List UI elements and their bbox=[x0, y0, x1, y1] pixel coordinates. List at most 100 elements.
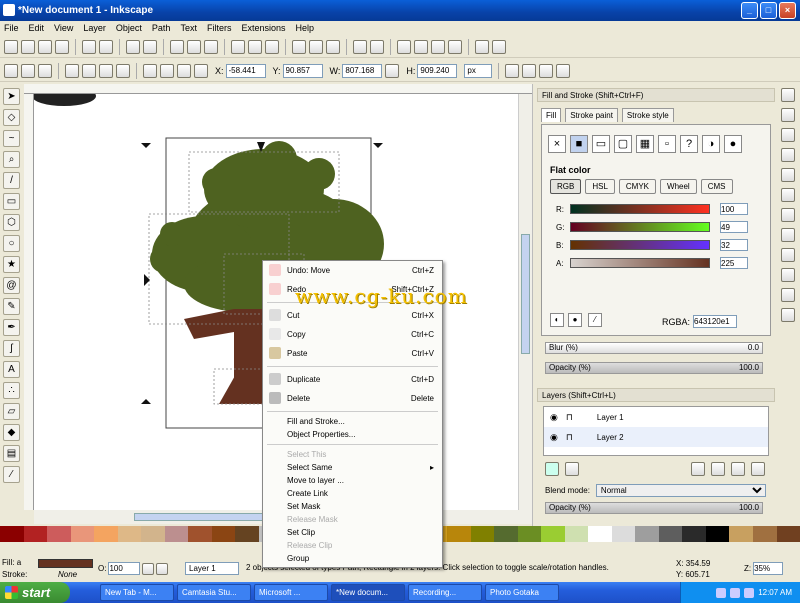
zoom-tool-icon[interactable]: ⌕ bbox=[3, 151, 20, 168]
menu-view[interactable]: View bbox=[54, 23, 73, 33]
x-field[interactable] bbox=[225, 63, 266, 78]
no-paint-icon[interactable]: × bbox=[548, 135, 566, 153]
select-all-icon[interactable] bbox=[4, 63, 18, 78]
select-all-layers-icon[interactable] bbox=[21, 63, 35, 78]
tray-app-icon[interactable] bbox=[744, 587, 755, 598]
snap-cusp-icon[interactable] bbox=[781, 308, 795, 322]
copy-icon[interactable] bbox=[170, 39, 184, 54]
print-icon[interactable] bbox=[55, 39, 69, 54]
group-icon[interactable] bbox=[353, 39, 367, 54]
flat-color-icon[interactable]: ■ bbox=[570, 135, 588, 153]
xml-editor-icon[interactable] bbox=[431, 39, 445, 54]
tab-stroke-style[interactable]: Stroke style bbox=[621, 108, 674, 122]
import-icon[interactable] bbox=[82, 39, 96, 54]
add-layer-icon[interactable] bbox=[545, 462, 559, 476]
raise-icon[interactable] bbox=[160, 63, 174, 78]
zoom-selection-icon[interactable] bbox=[231, 39, 245, 54]
new-document-icon[interactable] bbox=[4, 39, 18, 54]
save-icon[interactable] bbox=[38, 39, 52, 54]
menu-item-release-clip[interactable]: Release Clip bbox=[263, 539, 442, 552]
menu-item-cut[interactable]: Cut Ctrl+X bbox=[263, 306, 442, 325]
palette-swatch[interactable] bbox=[470, 526, 495, 542]
rectangle-tool-icon[interactable]: ▭ bbox=[3, 193, 20, 210]
swatch-icon[interactable]: ▫ bbox=[658, 135, 676, 153]
taskbar-item[interactable]: Microsoft ... bbox=[254, 584, 328, 601]
blur-slider[interactable]: Blur (%) 0.0 bbox=[545, 342, 763, 354]
gradient-tool-icon[interactable]: ▤ bbox=[3, 445, 20, 462]
pencil-tool-icon[interactable]: ✎ bbox=[3, 298, 20, 315]
red-field[interactable] bbox=[720, 203, 748, 215]
menu-item-create-link[interactable]: Create Link bbox=[263, 487, 442, 500]
undo-icon[interactable] bbox=[126, 39, 140, 54]
redo-icon[interactable] bbox=[143, 39, 157, 54]
color-managed-icon[interactable]: ◐ bbox=[550, 313, 564, 327]
red-slider[interactable] bbox=[570, 204, 710, 214]
blue-slider[interactable] bbox=[570, 240, 710, 250]
palette-swatch[interactable] bbox=[541, 526, 565, 542]
tray-network-icon[interactable] bbox=[716, 587, 727, 598]
maximize-button[interactable]: □ bbox=[760, 2, 777, 19]
text-font-icon[interactable] bbox=[414, 39, 428, 54]
alpha-slider[interactable] bbox=[570, 258, 710, 268]
menu-item-paste[interactable]: Paste Ctrl+V bbox=[263, 344, 442, 363]
close-button[interactable]: × bbox=[779, 2, 796, 19]
visibility-eye-icon[interactable]: ◉ bbox=[550, 432, 558, 443]
tray-volume-icon[interactable] bbox=[730, 587, 741, 598]
layer-row[interactable]: ◉ ⊓ Layer 1 bbox=[544, 407, 768, 427]
snap-bbox-icon[interactable] bbox=[781, 108, 795, 122]
fill-stroke-icon[interactable] bbox=[397, 39, 411, 54]
fs-opacity-slider[interactable]: Opacity (%) 100.0 bbox=[545, 362, 763, 374]
menu-item-set-mask[interactable]: Set Mask bbox=[263, 500, 442, 513]
measure-tool-icon[interactable]: / bbox=[3, 172, 20, 189]
rgba-field[interactable] bbox=[693, 315, 738, 328]
color-picker-icon[interactable]: ⁄ bbox=[588, 313, 602, 327]
palette-swatch[interactable] bbox=[729, 526, 753, 542]
vertical-scroll-thumb[interactable] bbox=[521, 234, 530, 354]
snap-enable-icon[interactable] bbox=[781, 88, 795, 102]
pen-tool-icon[interactable]: ✒ bbox=[3, 319, 20, 336]
palette-swatch[interactable] bbox=[447, 526, 471, 542]
snap-nodes-icon[interactable] bbox=[781, 128, 795, 142]
fill-rule-evenodd-icon[interactable]: ◑ bbox=[702, 135, 720, 153]
box-3d-tool-icon[interactable]: ⬡ bbox=[3, 214, 20, 231]
snap-path-icon[interactable] bbox=[781, 248, 795, 262]
mode-hsl-button[interactable]: HSL bbox=[585, 179, 615, 194]
width-field[interactable] bbox=[342, 63, 383, 78]
layer-to-bottom-icon[interactable] bbox=[751, 462, 765, 476]
menu-item-set-clip[interactable]: Set Clip bbox=[263, 526, 442, 539]
scale-stroke-icon[interactable] bbox=[505, 63, 520, 78]
menu-item-move-to-layer[interactable]: Move to layer ... bbox=[263, 474, 442, 487]
export-icon[interactable] bbox=[99, 39, 113, 54]
palette-swatch[interactable] bbox=[164, 526, 189, 542]
eraser-tool-icon[interactable]: ▱ bbox=[3, 403, 20, 420]
green-field[interactable] bbox=[720, 221, 748, 233]
unlink-clone-icon[interactable] bbox=[326, 39, 340, 54]
menu-item-release-mask[interactable]: Release Mask bbox=[263, 513, 442, 526]
layer-visibility-icon[interactable] bbox=[142, 562, 155, 575]
status-opacity-field[interactable] bbox=[108, 562, 141, 575]
palette-swatch[interactable] bbox=[753, 526, 777, 542]
alpha-field[interactable] bbox=[720, 257, 748, 269]
palette-swatch[interactable] bbox=[494, 526, 518, 542]
layer-down-icon[interactable] bbox=[731, 462, 745, 476]
node-tool-icon[interactable]: ◇ bbox=[3, 109, 20, 126]
blue-field[interactable] bbox=[720, 239, 748, 251]
lock-icon[interactable]: ⊓ bbox=[566, 412, 573, 423]
zoom-page-icon[interactable] bbox=[265, 39, 279, 54]
taskbar-item[interactable]: Camtasia Stu... bbox=[177, 584, 251, 601]
selector-tool-icon[interactable]: ➤ bbox=[3, 88, 20, 105]
vertical-scrollbar[interactable] bbox=[518, 94, 532, 510]
ellipse-tool-icon[interactable]: ○ bbox=[3, 235, 20, 252]
mode-cms-button[interactable]: CMS bbox=[700, 179, 733, 194]
palette-swatch[interactable] bbox=[70, 526, 95, 542]
tab-stroke-paint[interactable]: Stroke paint bbox=[565, 108, 618, 122]
palette-swatch[interactable] bbox=[635, 526, 659, 542]
bucket-tool-icon[interactable]: ◆ bbox=[3, 424, 20, 441]
current-layer-select[interactable]: Layer 1 bbox=[185, 562, 239, 575]
spray-tool-icon[interactable]: ∴ bbox=[3, 382, 20, 399]
green-slider[interactable] bbox=[570, 222, 710, 232]
linear-gradient-icon[interactable]: ▭ bbox=[592, 135, 610, 153]
snap-guides-icon[interactable] bbox=[781, 148, 795, 162]
ungroup-icon[interactable] bbox=[370, 39, 384, 54]
lower-icon[interactable] bbox=[177, 63, 191, 78]
